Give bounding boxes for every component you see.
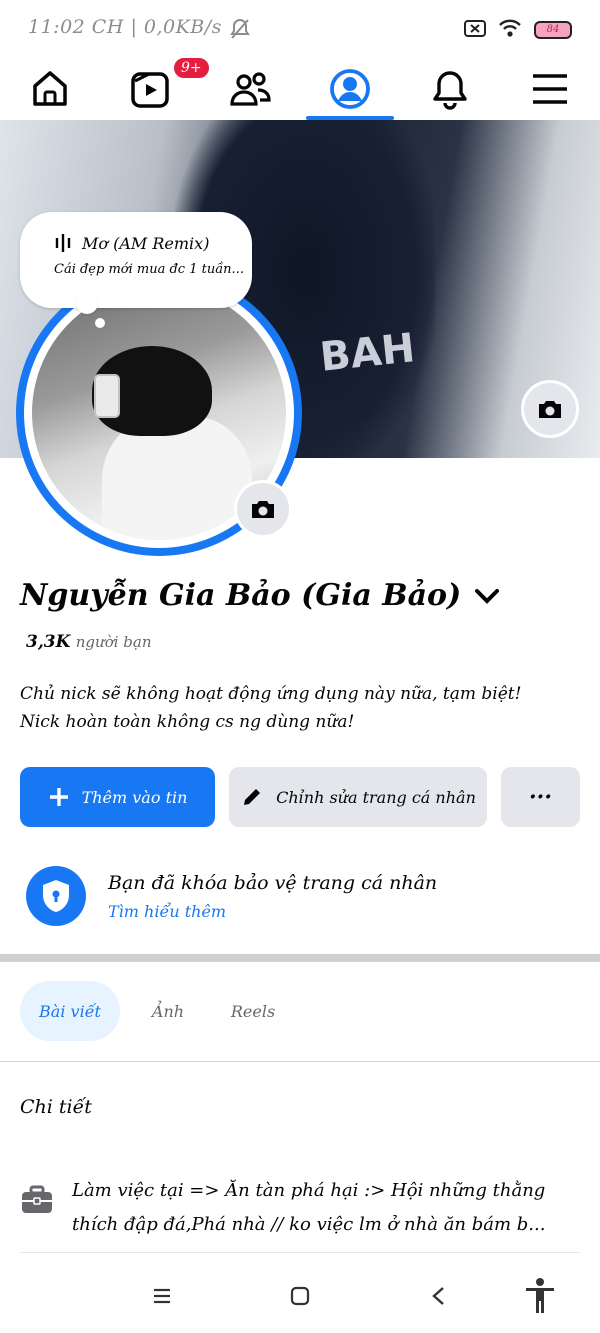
- bell-icon: [433, 71, 467, 110]
- friends-label: người bạn: [75, 633, 152, 651]
- wifi-icon: [498, 18, 522, 42]
- recent-apps-icon: [154, 1288, 170, 1304]
- battery-icon: 84: [534, 21, 572, 39]
- music-title: Mơ (AM Remix): [82, 233, 210, 253]
- learn-more-link[interactable]: Tìm hiểu thêm: [108, 902, 226, 921]
- friends-number: 3,3K: [26, 632, 71, 652]
- profile-name-row[interactable]: Nguyễn Gia Bảo (Gia Bảo): [20, 578, 501, 613]
- profile-name: Nguyễn Gia Bảo (Gia Bảo): [20, 578, 462, 613]
- recent-apps-button[interactable]: [140, 1276, 184, 1316]
- friends-count[interactable]: 3,3K người bạn: [26, 632, 152, 652]
- detail-divider: [20, 1252, 580, 1253]
- back-button[interactable]: [416, 1276, 460, 1316]
- back-chevron-icon: [432, 1287, 444, 1305]
- edit-profile-button[interactable]: Chỉnh sửa trang cá nhân: [229, 767, 487, 827]
- edit-avatar-button[interactable]: [234, 480, 292, 538]
- accessibility-icon: [526, 1278, 554, 1313]
- system-navigation-bar: [0, 1260, 600, 1333]
- status-bar: 11:02 CH | 0,0KB/s 84: [0, 0, 600, 58]
- battery-level: 84: [546, 24, 560, 35]
- home-system-button[interactable]: [278, 1276, 322, 1316]
- tab-reels[interactable]: Reels: [222, 981, 284, 1041]
- bio-line: Nick hoàn toàn không cs ng dùng nữa!: [20, 712, 355, 732]
- camera-icon: [252, 501, 274, 518]
- chevron-down-icon[interactable]: [473, 586, 501, 606]
- nav-friends[interactable]: [200, 58, 300, 120]
- square-home-icon: [290, 1286, 310, 1306]
- friends-icon: [230, 72, 271, 106]
- home-icon: [33, 71, 67, 106]
- bio-line: Chủ nick sẽ không hoạt động ứng dụng này…: [20, 684, 522, 704]
- video-icon: [131, 72, 169, 108]
- accessibility-button[interactable]: [518, 1276, 562, 1316]
- details-heading: Chi tiết: [20, 1096, 92, 1118]
- work-detail[interactable]: Làm việc tại => Ăn tàn phá hại :> Hội nh…: [72, 1174, 572, 1242]
- pencil-icon: [244, 789, 261, 805]
- plus-icon: [49, 788, 68, 806]
- add-to-story-label: Thêm vào tin: [81, 787, 188, 807]
- tabs-divider: [0, 1061, 600, 1062]
- shield-lock-icon: [43, 880, 69, 912]
- nav-profile[interactable]: [300, 58, 400, 120]
- audio-wave-icon: [55, 234, 71, 252]
- bubble-tail-small: [95, 318, 105, 328]
- more-icon: ···: [529, 784, 552, 810]
- nav-home[interactable]: [0, 58, 100, 120]
- bubble-tail: [76, 292, 98, 314]
- edit-profile-label: Chỉnh sửa trang cá nhân: [276, 787, 476, 807]
- add-to-story-button[interactable]: Thêm vào tin: [20, 767, 215, 827]
- music-caption: Cái đẹp mới mua đc 1 tuần...: [54, 262, 244, 277]
- lock-notice-title: Bạn đã khóa bảo vệ trang cá nhân: [108, 872, 438, 894]
- tab-posts[interactable]: Bài viết: [20, 981, 120, 1041]
- top-navigation: 9+: [0, 56, 600, 120]
- mute-icon: [230, 18, 250, 44]
- camera-icon: [539, 401, 561, 418]
- profile-icon: [330, 69, 370, 109]
- status-time: 11:02 CH | 0,0KB/s: [28, 16, 222, 38]
- nav-notifications[interactable]: [400, 58, 500, 120]
- edit-cover-button[interactable]: [521, 380, 579, 438]
- profile-lock-badge: [26, 866, 86, 926]
- music-note-bubble[interactable]: Mơ (AM Remix) Cái đẹp mới mua đc 1 tuần.…: [20, 212, 252, 308]
- more-options-button[interactable]: ···: [501, 767, 580, 827]
- profile-bio: Chủ nick sẽ không hoạt động ứng dụng này…: [20, 680, 580, 736]
- menu-icon: [533, 74, 567, 104]
- nav-menu[interactable]: [500, 58, 600, 120]
- briefcase-icon: [20, 1184, 54, 1216]
- sim-icon: [464, 18, 486, 42]
- section-divider: [0, 954, 600, 962]
- nav-video[interactable]: 9+: [100, 56, 211, 120]
- tab-photos[interactable]: Ảnh: [140, 981, 196, 1041]
